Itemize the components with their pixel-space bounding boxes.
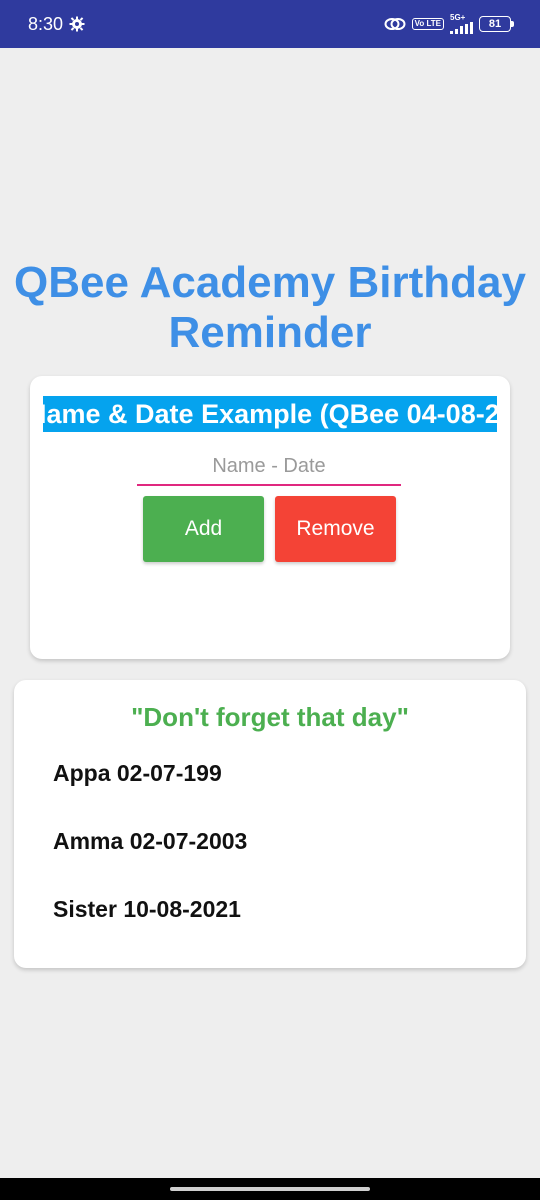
list-item[interactable]: Amma 02-07-2003 (53, 828, 247, 896)
remove-button[interactable]: Remove (275, 496, 396, 562)
gear-icon (69, 16, 85, 32)
input-card: Name & Date Example (QBee 04-08-2021) Ad… (30, 376, 510, 659)
status-time: 8:30 (28, 13, 64, 34)
signal-bars (450, 22, 473, 34)
link-icon (384, 18, 406, 30)
marquee-banner: Name & Date Example (QBee 04-08-2021) (43, 396, 497, 432)
battery-level: 81 (479, 16, 511, 32)
network-type: 5G+ (450, 13, 466, 22)
birthday-list-card: "Don't forget that day" Appa 02-07-199 A… (14, 680, 526, 968)
add-button[interactable]: Add (143, 496, 264, 562)
battery-icon: 81 (479, 16, 514, 32)
status-left: 8:30 (28, 14, 85, 35)
name-date-field-wrap (137, 448, 401, 486)
birthday-list: Appa 02-07-199 Amma 02-07-2003 Sister 10… (53, 760, 247, 964)
marquee-text: Name & Date Example (QBee 04-08-2021) (43, 399, 497, 429)
quote-text: "Don't forget that day" (131, 702, 409, 732)
name-date-input[interactable] (137, 448, 401, 484)
signal-icon: 5G+ (450, 14, 473, 34)
navigation-bar (0, 1178, 540, 1200)
home-gesture-handle[interactable] (170, 1187, 370, 1191)
volte-icon: Vo LTE (411, 18, 444, 30)
status-right: Vo LTE 5G+ 81 (384, 14, 514, 34)
list-item[interactable]: Sister 10-08-2021 (53, 896, 247, 964)
page-title: QBee Academy Birthday Reminder (14, 258, 526, 357)
status-bar: 8:30 Vo LTE 5G+ 81 (0, 0, 540, 48)
list-item[interactable]: Appa 02-07-199 (53, 760, 247, 828)
